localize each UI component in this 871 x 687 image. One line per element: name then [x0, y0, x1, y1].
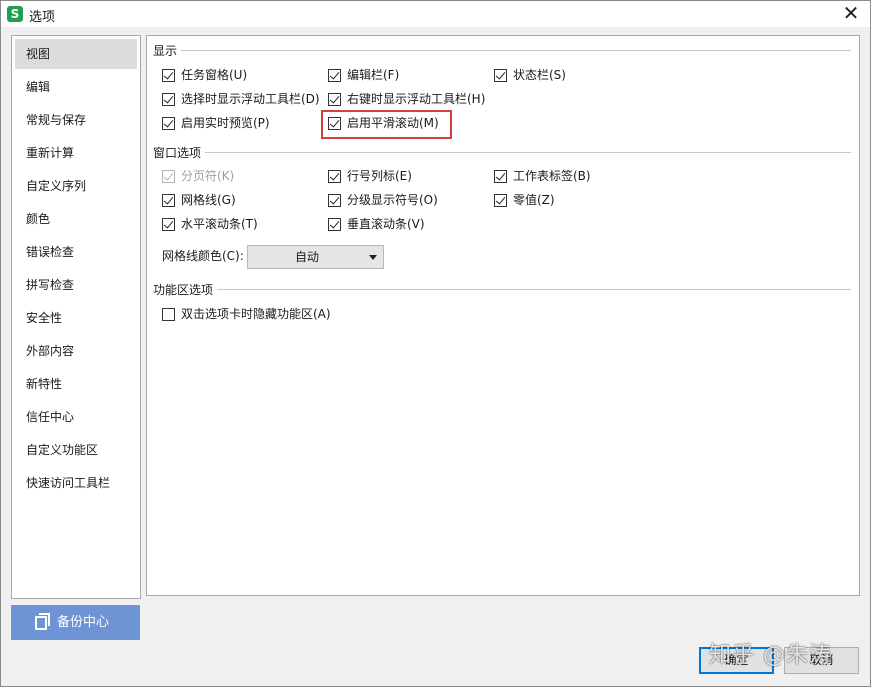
outline-symbols-label: 分级显示符号(O) — [347, 193, 438, 207]
gridlines-label: 网格线(G) — [181, 193, 236, 207]
sidebar-item-recalculation[interactable]: 重新计算 — [15, 138, 137, 168]
outline-symbols-checkbox[interactable]: 分级显示符号(O) — [328, 191, 438, 209]
zhihu-watermark: 知乎 @朱涛 — [709, 643, 832, 668]
window-options-section-divider — [153, 152, 851, 153]
sidebar-item-external-content[interactable]: 外部内容 — [15, 336, 137, 366]
checkbox-unchecked-icon — [162, 307, 175, 321]
sidebar-item-quick-access-toolbar[interactable]: 快速访问工具栏 — [15, 468, 137, 498]
gridlines-checkbox[interactable]: 网格线(G) — [162, 191, 236, 209]
status-bar-checkbox[interactable]: 状态栏(S) — [494, 66, 566, 84]
checkbox-checked-icon — [162, 116, 175, 130]
sidebar-item-edit[interactable]: 编辑 — [15, 72, 137, 102]
options-sidebar: 视图 编辑 常规与保存 重新计算 自定义序列 颜色 错误检查 拼写检查 安全性 … — [11, 35, 141, 599]
title-bar: S 选项 ✕ — [1, 1, 870, 27]
ribbon-options-section-divider — [153, 289, 851, 290]
dialog-title: 选项 — [29, 10, 56, 25]
checkbox-checked-icon — [328, 193, 341, 207]
checkbox-checked-icon — [162, 193, 175, 207]
checkbox-checked-disabled-icon — [162, 169, 175, 183]
checkbox-checked-icon — [162, 217, 175, 231]
checkbox-checked-icon — [494, 68, 507, 82]
sheet-tabs-checkbox[interactable]: 工作表标签(B) — [494, 167, 591, 185]
ribbon-options-section-title: 功能区选项 — [153, 281, 218, 298]
checkbox-checked-icon — [494, 193, 507, 207]
backup-center-label: 备份中心 — [57, 615, 110, 630]
vertical-scrollbar-label: 垂直滚动条(V) — [347, 217, 425, 231]
floating-toolbar-on-select-label: 选择时显示浮动工具栏(D) — [181, 92, 320, 106]
sidebar-item-general-save[interactable]: 常规与保存 — [15, 105, 137, 135]
window-options-section-title: 窗口选项 — [153, 144, 206, 161]
horizontal-scrollbar-checkbox[interactable]: 水平滚动条(T) — [162, 215, 258, 233]
task-pane-checkbox[interactable]: 任务窗格(U) — [162, 66, 247, 84]
task-pane-label: 任务窗格(U) — [181, 68, 248, 82]
floating-toolbar-on-select-checkbox[interactable]: 选择时显示浮动工具栏(D) — [162, 90, 320, 108]
status-bar-label: 状态栏(S) — [513, 68, 566, 82]
sidebar-item-new-features[interactable]: 新特性 — [15, 369, 137, 399]
horizontal-scrollbar-label: 水平滚动条(T) — [181, 217, 258, 231]
checkbox-checked-icon — [328, 92, 341, 106]
sheet-tabs-label: 工作表标签(B) — [513, 169, 591, 183]
row-column-headers-checkbox[interactable]: 行号列标(E) — [328, 167, 412, 185]
checkbox-checked-icon — [328, 217, 341, 231]
page-breaks-label: 分页符(K) — [181, 169, 235, 183]
hide-ribbon-on-double-click-label: 双击选项卡时隐藏功能区(A) — [181, 307, 331, 321]
display-section-title: 显示 — [153, 42, 182, 59]
options-dialog: S 选项 ✕ 视图 编辑 常规与保存 重新计算 自定义序列 颜色 错误检查 拼写… — [0, 0, 871, 687]
backup-icon — [35, 613, 50, 630]
floating-toolbar-on-right-click-checkbox[interactable]: 右键时显示浮动工具栏(H) — [328, 90, 485, 108]
backup-center-button[interactable]: 备份中心 — [11, 605, 140, 640]
checkbox-checked-icon — [162, 68, 175, 82]
sidebar-item-error-checking[interactable]: 错误检查 — [15, 237, 137, 267]
display-section-divider — [153, 50, 851, 51]
wps-spreadsheet-app-icon: S — [7, 6, 23, 22]
sidebar-item-trust-center[interactable]: 信任中心 — [15, 402, 137, 432]
zero-values-label: 零值(Z) — [513, 193, 555, 207]
close-icon[interactable]: ✕ — [840, 3, 862, 24]
sidebar-item-spell-check[interactable]: 拼写检查 — [15, 270, 137, 300]
hide-ribbon-on-double-click-checkbox[interactable]: 双击选项卡时隐藏功能区(A) — [162, 305, 331, 323]
checkbox-checked-icon — [328, 68, 341, 82]
vertical-scrollbar-checkbox[interactable]: 垂直滚动条(V) — [328, 215, 425, 233]
formula-bar-checkbox[interactable]: 编辑栏(F) — [328, 66, 399, 84]
gridline-color-value: 自动 — [294, 250, 319, 264]
live-preview-label: 启用实时预览(P) — [181, 116, 270, 130]
checkbox-checked-icon — [494, 169, 507, 183]
sidebar-item-customize-ribbon[interactable]: 自定义功能区 — [15, 435, 137, 465]
formula-bar-label: 编辑栏(F) — [347, 68, 400, 82]
page-breaks-checkbox: 分页符(K) — [162, 167, 234, 185]
gridline-color-label: 网格线颜色(C): — [162, 249, 244, 263]
row-column-headers-label: 行号列标(E) — [347, 169, 412, 183]
gridline-color-select[interactable]: 自动 — [247, 245, 384, 269]
sidebar-item-view[interactable]: 视图 — [15, 39, 137, 69]
smooth-scrolling-highlight-box — [321, 110, 452, 139]
dropdown-arrow-icon — [369, 255, 377, 260]
zero-values-checkbox[interactable]: 零值(Z) — [494, 191, 555, 209]
checkbox-checked-icon — [162, 92, 175, 106]
sidebar-item-custom-lists[interactable]: 自定义序列 — [15, 171, 137, 201]
sidebar-item-security[interactable]: 安全性 — [15, 303, 137, 333]
sidebar-item-color[interactable]: 颜色 — [15, 204, 137, 234]
floating-toolbar-on-right-click-label: 右键时显示浮动工具栏(H) — [347, 92, 486, 106]
live-preview-checkbox[interactable]: 启用实时预览(P) — [162, 114, 270, 132]
checkbox-checked-icon — [328, 169, 341, 183]
